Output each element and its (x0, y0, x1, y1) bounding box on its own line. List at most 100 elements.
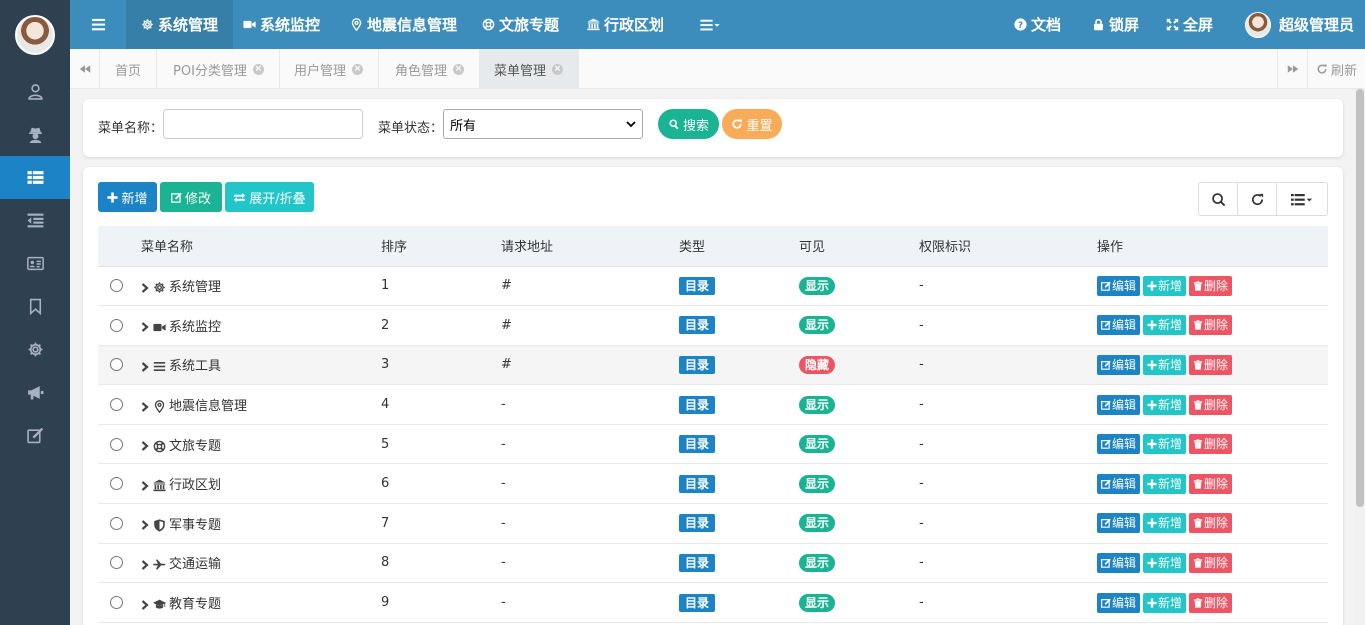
tabs-scroll-left-button[interactable] (70, 49, 100, 89)
avatar[interactable] (15, 15, 55, 55)
top-nav-3[interactable]: 地震信息管理 (335, 0, 472, 49)
tab-2[interactable]: POI分类管理 × (158, 49, 280, 89)
row-edit-button[interactable]: 编辑 (1097, 275, 1141, 296)
row-edit-button[interactable]: 编辑 (1097, 513, 1141, 534)
table-columns-button[interactable] (1277, 183, 1327, 215)
tab-5[interactable]: 菜单管理 × (479, 49, 580, 89)
row-radio[interactable] (110, 279, 123, 293)
scrollbar-thumb[interactable] (1356, 89, 1364, 507)
sidebar-item-9[interactable] (0, 414, 70, 457)
row-delete-button[interactable]: 删除 (1189, 473, 1233, 494)
row-radio[interactable] (110, 358, 123, 372)
row-add-button[interactable]: 新增 (1143, 275, 1187, 296)
sidebar-item-4[interactable] (0, 199, 70, 242)
table-row[interactable]: 教育专题 9- 目录 显示 - 编辑 新增 删除 (98, 582, 1328, 623)
row-add-button[interactable]: 新增 (1143, 394, 1187, 415)
search-button[interactable]: 搜索 (658, 109, 719, 139)
sidebar-item-5[interactable] (0, 242, 70, 285)
tab-3[interactable]: 用户管理 × (279, 49, 380, 89)
table-row[interactable]: 系统管理 1 # 目录 显示 - 编辑 新增 删除 (98, 266, 1328, 307)
more-menu-button[interactable] (690, 0, 730, 49)
sidebar-item-1[interactable] (0, 70, 70, 113)
row-radio[interactable] (110, 318, 123, 332)
expand-caret-icon[interactable] (141, 320, 149, 335)
docs-link[interactable]: ? 文档 (1014, 0, 1061, 49)
tabs-scroll-right-button[interactable] (1277, 49, 1307, 89)
row-delete-button[interactable]: 删除 (1189, 354, 1233, 375)
table-row[interactable]: 军事专题 7- 目录 显示 - 编辑 新增 删除 (98, 503, 1328, 544)
row-radio[interactable] (110, 516, 123, 530)
fullscreen-button[interactable]: 全屏 (1166, 0, 1213, 49)
expand-caret-icon[interactable] (141, 439, 149, 454)
menu-status-select[interactable]: 所有 (443, 109, 643, 139)
row-edit-button[interactable]: 编辑 (1097, 354, 1141, 375)
row-edit-button[interactable]: 编辑 (1097, 592, 1141, 613)
expand-caret-icon[interactable] (141, 280, 149, 295)
table-row[interactable]: 地震信息管理 4- 目录 显示 - 编辑 新增 删除 (98, 384, 1328, 425)
lock-screen-button[interactable]: 锁屏 (1092, 0, 1139, 49)
row-radio[interactable] (110, 437, 123, 451)
expand-caret-icon[interactable] (141, 478, 149, 493)
expand-collapse-button[interactable]: 展开/折叠 (225, 182, 314, 212)
row-radio[interactable] (110, 398, 123, 412)
row-add-button[interactable]: 新增 (1143, 434, 1187, 455)
expand-caret-icon[interactable] (141, 597, 149, 612)
row-delete-button[interactable]: 删除 (1189, 394, 1233, 415)
row-add-button[interactable]: 新增 (1143, 473, 1187, 494)
row-edit-button[interactable]: 编辑 (1097, 434, 1141, 455)
expand-caret-icon[interactable] (141, 518, 149, 533)
row-add-button[interactable]: 新增 (1143, 552, 1187, 573)
map-marker-icon (351, 18, 362, 31)
menu-name-input[interactable] (163, 109, 363, 139)
refresh-button[interactable]: 刷新 (1307, 49, 1365, 89)
row-delete-button[interactable]: 删除 (1189, 315, 1233, 336)
row-add-button[interactable]: 新增 (1143, 592, 1187, 613)
row-radio[interactable] (110, 596, 123, 610)
top-nav-4[interactable]: 文旅专题 (467, 0, 574, 49)
top-nav-1[interactable]: 系统管理 (126, 0, 234, 49)
row-radio[interactable] (110, 556, 123, 570)
row-edit-button[interactable]: 编辑 (1097, 552, 1141, 573)
expand-caret-icon[interactable] (141, 399, 149, 414)
sidebar-item-2[interactable] (0, 113, 70, 156)
row-delete-button[interactable]: 删除 (1189, 434, 1233, 455)
table-row[interactable]: 交通运输 8- 目录 显示 - 编辑 新增 删除 (98, 543, 1328, 584)
table-row[interactable]: 系统监控 2 # 目录 显示 - 编辑 新增 删除 (98, 305, 1328, 346)
row-delete-button[interactable]: 删除 (1189, 275, 1233, 296)
tab-close-icon[interactable]: × (552, 63, 564, 75)
row-delete-button[interactable]: 删除 (1189, 552, 1233, 573)
add-menu-button[interactable]: 新增 (98, 182, 157, 212)
row-edit-button[interactable]: 编辑 (1097, 394, 1141, 415)
sidebar-item-3[interactable] (0, 156, 70, 199)
page-scrollbar[interactable] (1355, 89, 1365, 625)
row-delete-button[interactable]: 删除 (1189, 592, 1233, 613)
table-row[interactable]: 文旅专题 5- 目录 显示 - 编辑 新增 删除 (98, 424, 1328, 465)
expand-caret-icon[interactable] (141, 557, 149, 572)
reset-button[interactable]: 重置 (722, 109, 782, 139)
edit-menu-button[interactable]: 修改 (160, 182, 222, 212)
tab-close-icon[interactable]: × (252, 63, 264, 75)
row-add-button[interactable]: 新增 (1143, 315, 1187, 336)
row-add-button[interactable]: 新增 (1143, 354, 1187, 375)
user-menu[interactable]: 超级管理员 (1245, 0, 1354, 49)
row-edit-button[interactable]: 编辑 (1097, 315, 1141, 336)
tab-close-icon[interactable]: × (453, 63, 465, 75)
table-row[interactable]: 行政区划 6- 目录 显示 - 编辑 新增 删除 (98, 463, 1328, 505)
row-radio[interactable] (110, 477, 123, 491)
table-row[interactable]: 系统工具 3 # 目录 隐藏 - 编辑 新增 删除 (98, 345, 1328, 386)
tab-close-icon[interactable]: × (352, 63, 364, 75)
row-add-button[interactable]: 新增 (1143, 513, 1187, 534)
sidebar-item-7[interactable] (0, 328, 70, 371)
row-delete-button[interactable]: 删除 (1189, 513, 1233, 534)
table-refresh-button[interactable] (1238, 183, 1278, 215)
row-edit-button[interactable]: 编辑 (1097, 473, 1141, 494)
menu-toggle-button[interactable] (70, 0, 126, 49)
expand-caret-icon[interactable] (141, 359, 149, 374)
top-nav-2[interactable]: 系统监控 (228, 0, 335, 49)
tab-1[interactable]: 首页 (100, 49, 158, 89)
sidebar-item-8[interactable] (0, 371, 70, 414)
table-search-toggle[interactable] (1199, 183, 1239, 215)
top-nav-5[interactable]: 行政区划 (572, 0, 679, 49)
tab-4[interactable]: 角色管理 × (380, 49, 481, 89)
sidebar-item-6[interactable] (0, 285, 70, 328)
